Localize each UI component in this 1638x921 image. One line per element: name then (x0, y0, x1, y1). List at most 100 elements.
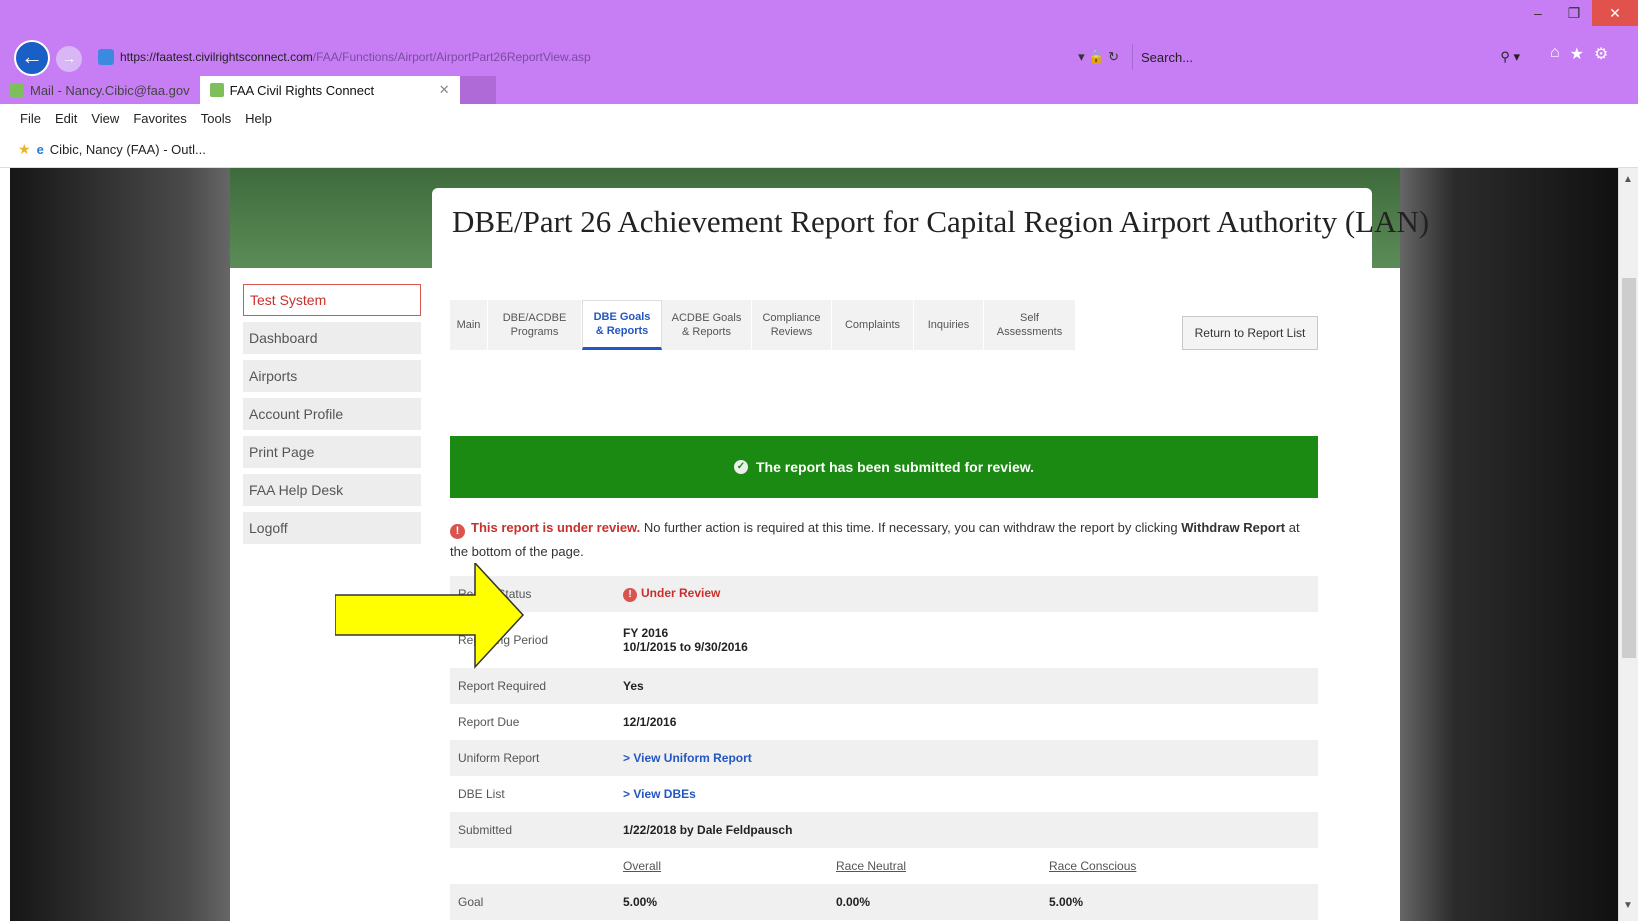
report-tabs: Main DBE/ACDBE Programs DBE Goals & Repo… (450, 300, 1076, 350)
sidebar-item-dashboard[interactable]: Dashboard (243, 322, 421, 354)
page-title: DBE/Part 26 Achievement Report for Capit… (452, 204, 1430, 239)
period-value: FY 2016 10/1/2015 to 9/30/2016 (615, 612, 1318, 668)
tab-inquiries[interactable]: Inquiries (914, 300, 984, 350)
favorites-bar: ★ e Cibic, Nancy (FAA) - Outl... (0, 132, 1638, 168)
return-to-report-list-button[interactable]: Return to Report List (1182, 316, 1318, 350)
period-fy: FY 2016 (623, 626, 669, 640)
tab-faa[interactable]: FAA Civil Rights Connect ✕ (199, 76, 460, 104)
favorites-star-icon[interactable]: ★ (1570, 44, 1584, 64)
col-race-conscious: Race Conscious (1041, 848, 1318, 884)
col-overall-label: Overall (623, 859, 662, 873)
view-dbes-link-cell: > View DBEs (615, 776, 1318, 812)
col-overall: Overall (615, 848, 828, 884)
goal-conscious: 5.00% (1041, 884, 1318, 920)
view-uniform-report-link-cell: > View Uniform Report (615, 740, 1318, 776)
sidebar-item-logoff[interactable]: Logoff (243, 512, 421, 544)
alert-icon: ! (623, 588, 637, 602)
check-icon: ✓ (734, 460, 748, 474)
table-row: Reporting Period FY 2016 10/1/2015 to 9/3… (450, 612, 1318, 668)
table-row: DBE List > View DBEs (450, 776, 1318, 812)
settings-gear-icon[interactable]: ⚙ (1594, 44, 1608, 64)
view-uniform-report-link[interactable]: > View Uniform Report (623, 751, 752, 765)
menu-file[interactable]: File (20, 111, 41, 126)
scroll-down-icon[interactable]: ▼ (1623, 900, 1633, 911)
tab-programs[interactable]: DBE/ACDBE Programs (488, 300, 582, 350)
menu-tools[interactable]: Tools (201, 111, 231, 126)
menu-edit[interactable]: Edit (55, 111, 77, 126)
vertical-scrollbar[interactable]: ▲ ▼ (1618, 168, 1638, 921)
url-host: faatest.civilrightsconnect.com (156, 50, 313, 64)
tab-label: FAA Civil Rights Connect (229, 82, 375, 98)
browser-tabs: Mail - Nancy.Cibic@faa.gov FAA Civil Rig… (0, 76, 496, 104)
tab-complaints[interactable]: Complaints (832, 300, 914, 350)
sidebar-item-airports[interactable]: Airports (243, 360, 421, 392)
view-dbes-link[interactable]: > View DBEs (623, 787, 696, 801)
browser-chrome: – ❐ ✕ ← → https:// faatest.civilrightsco… (0, 0, 1638, 104)
yellow-arrow-annotation (335, 563, 525, 669)
row-label: Uniform Report (450, 740, 615, 776)
menu-help[interactable]: Help (245, 111, 272, 126)
col-race-conscious-label: Race Conscious (1049, 859, 1137, 873)
goals-header-row: Overall Race Neutral Race Conscious (450, 848, 1318, 884)
table-row: Goal 5.00% 0.00% 5.00% (450, 884, 1318, 920)
address-bar[interactable]: https:// faatest.civilrightsconnect.com … (92, 44, 1127, 70)
report-info-table: Report Status !Under Review Reporting Pe… (450, 576, 1318, 920)
menu-favorites[interactable]: Favorites (133, 111, 186, 126)
search-icon[interactable]: ⚲ ▾ (1500, 49, 1520, 65)
minimize-icon[interactable]: – (1520, 0, 1556, 26)
scroll-thumb[interactable] (1622, 278, 1636, 658)
restore-icon[interactable]: ❐ (1556, 0, 1592, 26)
left-background (10, 168, 230, 921)
tab-compliance[interactable]: Compliance Reviews (752, 300, 832, 350)
empty-cell (450, 848, 615, 884)
row-label: Report Required (450, 668, 615, 704)
status-badge: ! Under Review (615, 576, 1318, 612)
search-box[interactable]: Search... ⚲ ▾ (1132, 44, 1530, 70)
close-tab-icon[interactable]: ✕ (439, 82, 450, 98)
sidebar-item-test-system[interactable]: Test System (243, 284, 421, 316)
sidebar-item-print-page[interactable]: Print Page (243, 436, 421, 468)
url-prefix: https:// (120, 50, 157, 64)
forward-button[interactable]: → (56, 46, 82, 72)
menu-bar: File Edit View Favorites Tools Help (0, 104, 1638, 132)
goal-neutral: 0.00% (828, 884, 1041, 920)
table-row: Report Status !Under Review (450, 576, 1318, 612)
sidebar-item-account-profile[interactable]: Account Profile (243, 398, 421, 430)
table-row: Submitted 1/22/2018 by Dale Feldpausch (450, 812, 1318, 848)
status-value: Under Review (641, 586, 721, 600)
success-message: The report has been submitted for review… (756, 459, 1034, 475)
alert-icon: ! (450, 524, 465, 539)
menu-view[interactable]: View (91, 111, 119, 126)
row-label: Submitted (450, 812, 615, 848)
tab-main[interactable]: Main (450, 300, 488, 350)
table-row: Uniform Report > View Uniform Report (450, 740, 1318, 776)
tab-mail[interactable]: Mail - Nancy.Cibic@faa.gov (0, 76, 200, 104)
window-controls: – ❐ ✕ (1520, 0, 1638, 30)
review-text: No further action is required at this ti… (640, 520, 1182, 535)
tab-acdbe-goals[interactable]: ACDBE Goals & Reports (662, 300, 752, 350)
due-value: 12/1/2016 (615, 704, 1318, 740)
scroll-up-icon[interactable]: ▲ (1623, 174, 1633, 185)
lock-refresh-icons[interactable]: ▾ 🔒 ↻ (1078, 49, 1119, 65)
ie-icon: e (36, 142, 44, 157)
col-race-neutral-label: Race Neutral (836, 859, 907, 873)
col-race-neutral: Race Neutral (828, 848, 1041, 884)
period-range: 10/1/2015 to 9/30/2016 (623, 640, 748, 654)
favorites-star-icon[interactable]: ★ (18, 141, 31, 158)
new-tab-button[interactable] (459, 76, 496, 104)
favorite-link[interactable]: Cibic, Nancy (FAA) - Outl... (50, 142, 206, 157)
success-banner: ✓ The report has been submitted for revi… (450, 436, 1318, 498)
home-icon[interactable]: ⌂ (1550, 44, 1560, 64)
tab-label: Mail - Nancy.Cibic@faa.gov (30, 82, 190, 98)
toolbar-icons: ⌂ ★ ⚙ (1550, 44, 1608, 64)
table-row: Report Required Yes (450, 668, 1318, 704)
sidebar-item-help-desk[interactable]: FAA Help Desk (243, 474, 421, 506)
tab-dbe-goals[interactable]: DBE Goals & Reports (582, 300, 662, 350)
row-label: Report Due (450, 704, 615, 740)
right-background (1400, 168, 1618, 921)
back-button[interactable]: ← (14, 40, 50, 76)
withdraw-report-text: Withdraw Report (1181, 520, 1286, 535)
review-bold: This report is under review. (471, 520, 641, 535)
tab-self-assessments[interactable]: Self Assessments (984, 300, 1076, 350)
close-window-icon[interactable]: ✕ (1592, 0, 1638, 26)
